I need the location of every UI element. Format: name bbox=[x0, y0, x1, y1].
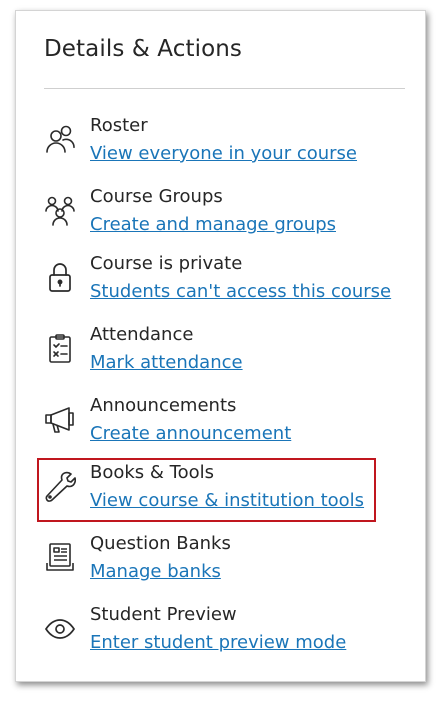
student-preview-link[interactable]: Enter student preview mode bbox=[90, 632, 346, 653]
item-label: Question Banks bbox=[90, 533, 231, 554]
item-course-groups: Course Groups Create and manage groups bbox=[42, 186, 402, 246]
course-groups-link[interactable]: Create and manage groups bbox=[90, 214, 336, 235]
attendance-link[interactable]: Mark attendance bbox=[90, 352, 243, 373]
item-label: Attendance bbox=[90, 324, 194, 345]
item-label: Announcements bbox=[90, 395, 237, 416]
divider bbox=[44, 88, 405, 89]
megaphone-icon bbox=[42, 401, 78, 437]
announcements-link[interactable]: Create announcement bbox=[90, 423, 291, 444]
panel-title: Details & Actions bbox=[44, 36, 243, 62]
roster-icon bbox=[42, 121, 78, 157]
question-bank-icon bbox=[42, 539, 78, 575]
roster-link[interactable]: View everyone in your course bbox=[90, 143, 357, 164]
books-tools-highlight bbox=[37, 458, 376, 522]
item-attendance: Attendance Mark attendance bbox=[42, 324, 402, 384]
item-label: Student Preview bbox=[90, 604, 237, 625]
lock-icon bbox=[42, 259, 78, 295]
groups-icon bbox=[42, 192, 78, 228]
item-label: Course Groups bbox=[90, 186, 223, 207]
item-student-preview: Student Preview Enter student preview mo… bbox=[42, 604, 402, 664]
attendance-icon bbox=[42, 330, 78, 366]
question-banks-link[interactable]: Manage banks bbox=[90, 561, 221, 582]
item-label: Roster bbox=[90, 115, 148, 136]
item-roster: Roster View everyone in your course bbox=[42, 115, 402, 175]
item-course-private: Course is private Students can't access … bbox=[42, 253, 402, 313]
eye-icon bbox=[42, 610, 78, 646]
course-private-link[interactable]: Students can't access this course bbox=[90, 281, 391, 302]
item-question-banks: Question Banks Manage banks bbox=[42, 533, 402, 593]
item-label: Course is private bbox=[90, 253, 243, 274]
details-actions-panel: Details & Actions Roster View everyone i… bbox=[15, 10, 426, 682]
item-announcements: Announcements Create announcement bbox=[42, 395, 402, 455]
